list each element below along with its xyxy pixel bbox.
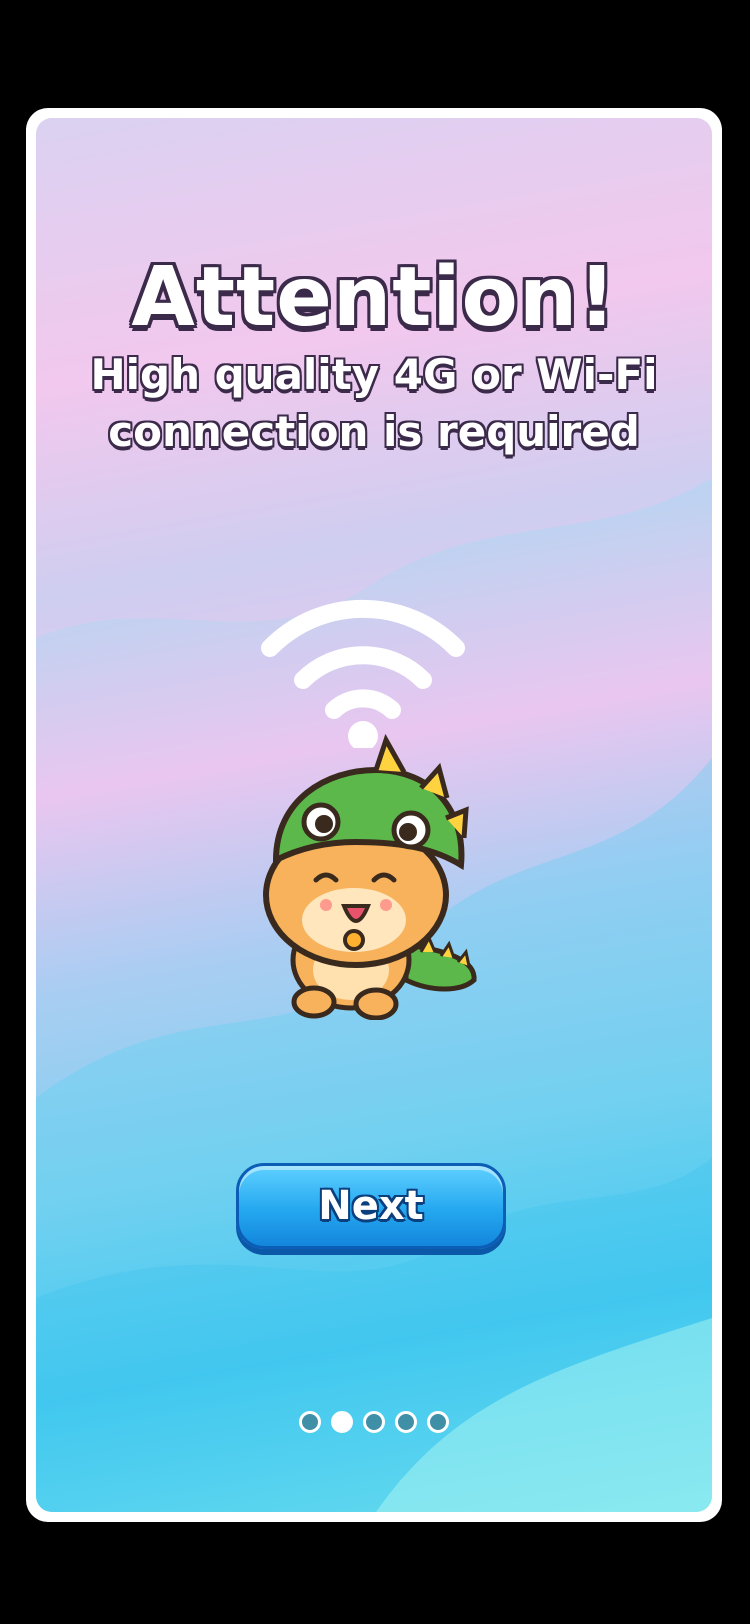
pagination-dot-1[interactable] — [299, 1411, 321, 1433]
page-title: Attention! — [131, 250, 617, 345]
connection-requirement-text: High quality 4G or Wi-Fi connection is r… — [90, 350, 658, 456]
next-button-label: Next — [318, 1183, 424, 1229]
pagination-dots — [36, 1411, 712, 1433]
next-button[interactable]: Next — [236, 1163, 506, 1249]
pagination-dot-2-active[interactable] — [331, 1411, 353, 1433]
pagination-dot-4[interactable] — [395, 1411, 417, 1433]
onboarding-card: Attention! High quality 4G or Wi-Fi conn… — [26, 108, 722, 1522]
pagination-dot-5[interactable] — [427, 1411, 449, 1433]
dino-cat-mascot — [263, 733, 477, 1020]
pagination-dot-3[interactable] — [363, 1411, 385, 1433]
wifi-icon — [261, 599, 465, 748]
onboarding-background: Attention! High quality 4G or Wi-Fi conn… — [36, 118, 712, 1512]
